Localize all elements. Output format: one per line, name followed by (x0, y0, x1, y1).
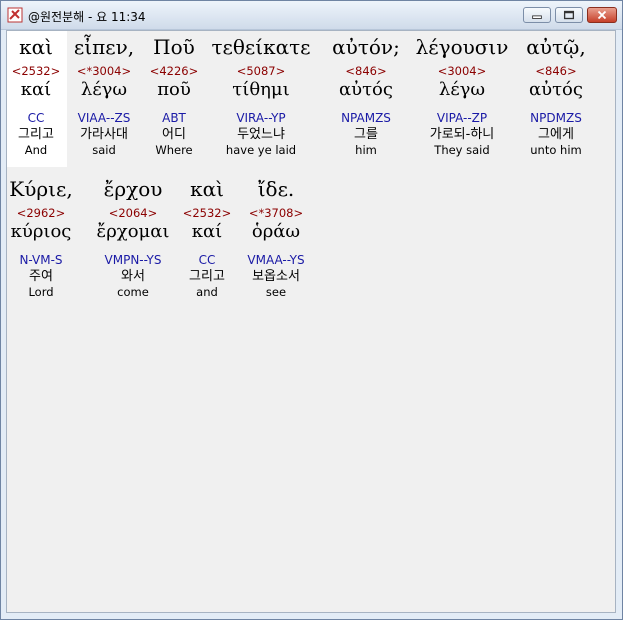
word-cell[interactable]: λέγουσιν <3004> λέγω VIPA--ZP 가로되-하니 The… (412, 34, 512, 157)
english-gloss: come (117, 285, 149, 299)
strong-number[interactable]: <2064> (93, 206, 173, 220)
interlinear-panel[interactable]: καὶ <2532> καί CC 그리고 And εἶπεν, <*3004>… (6, 30, 616, 613)
lemma: λέγω (80, 79, 128, 100)
maximize-icon (563, 10, 575, 20)
strong-number[interactable]: <2532> (10, 64, 62, 78)
word-cell[interactable]: αὐτόν; <846> αὐτός NPAMZS 그를 him (320, 34, 412, 157)
english-gloss: Where (155, 143, 193, 157)
greek-word: Κύριε, (9, 177, 73, 201)
strong-number[interactable]: <846> (516, 64, 596, 78)
korean-gloss: 보옵소서 (252, 269, 300, 284)
lemma: ἔρχομαι (96, 221, 170, 242)
english-gloss: They said (434, 143, 490, 157)
lemma: καί (191, 221, 223, 242)
greek-word: τεθείκατε (211, 35, 311, 59)
english-gloss: said (92, 143, 116, 157)
strong-number[interactable]: <3004> (412, 64, 512, 78)
morphology-code: VMAA--YS (247, 253, 305, 267)
greek-word: ἔρχου (103, 177, 163, 201)
title-bar[interactable]: @원전분해 - 요 11:34 (1, 1, 622, 30)
strong-number[interactable]: <2532> (179, 206, 235, 220)
morphology-code: N-VM-S (19, 253, 63, 267)
lemma: ὁράω (251, 221, 301, 242)
greek-word: Ποῦ (153, 35, 195, 59)
greek-word: λέγουσιν (415, 35, 509, 59)
morphology-code: VIPA--ZP (436, 111, 488, 125)
morphology-code: NPAMZS (341, 111, 391, 125)
lemma: αὐτός (339, 79, 393, 100)
minimize-button[interactable] (523, 7, 551, 23)
korean-gloss: 와서 (121, 269, 145, 284)
english-gloss: him (355, 143, 377, 157)
korean-gloss: 가라사대 (80, 127, 128, 142)
window-title: @원전분해 - 요 11:34 (28, 10, 146, 24)
korean-gloss: 그리고 (189, 269, 225, 284)
strong-number[interactable]: <846> (320, 64, 412, 78)
word-cell[interactable]: ἔρχου <2064> ἔρχομαι VMPN--YS 와서 come (93, 176, 173, 299)
word-cell[interactable]: Ποῦ <4226> ποῦ ABT 어디 Where (144, 34, 204, 157)
strong-number[interactable]: <4226> (144, 64, 204, 78)
word-cell[interactable]: καὶ <2532> καί CC 그리고 and (179, 176, 235, 299)
word-cell[interactable]: καὶ <2532> καί CC 그리고 And (10, 34, 62, 157)
strong-number[interactable]: <*3708> (239, 206, 313, 220)
morphology-code: NPDMZS (530, 111, 582, 125)
english-gloss: and (196, 285, 218, 299)
greek-word: καὶ (190, 177, 224, 201)
english-gloss: unto him (530, 143, 582, 157)
word-cell[interactable]: εἶπεν, <*3004> λέγω VIAA--ZS 가라사대 said (64, 34, 144, 157)
korean-gloss: 가로되-하니 (429, 127, 495, 142)
lemma: καί (20, 79, 52, 100)
morphology-code: ABT (162, 111, 186, 125)
word-cell[interactable]: τεθείκατε <5087> τίθημι VIRA--YP 두었느냐 ha… (204, 34, 318, 157)
word-cell[interactable]: αὐτῷ, <846> αὐτός NPDMZS 그에게 unto him (516, 34, 596, 157)
lemma: κύριος (10, 221, 72, 242)
strong-number[interactable]: <*3004> (64, 64, 144, 78)
greek-word: ἴδε. (257, 177, 295, 201)
korean-gloss: 어디 (162, 127, 186, 142)
strong-number[interactable]: <2962> (7, 206, 75, 220)
morphology-code: CC (198, 253, 216, 267)
strong-number[interactable]: <5087> (204, 64, 318, 78)
korean-gloss: 그에게 (538, 127, 574, 142)
lemma: ποῦ (157, 79, 191, 100)
lemma: λέγω (438, 79, 486, 100)
english-gloss: have ye laid (225, 143, 297, 157)
word-cell[interactable]: ἴδε. <*3708> ὁράω VMAA--YS 보옵소서 see (239, 176, 313, 299)
maximize-button[interactable] (555, 7, 583, 23)
english-gloss: Lord (28, 285, 54, 299)
korean-gloss: 그리고 (18, 127, 54, 142)
korean-gloss: 두었느냐 (237, 127, 285, 142)
lemma: τίθημι (232, 79, 290, 100)
greek-word: εἶπεν, (73, 35, 135, 59)
minimize-icon (532, 15, 542, 19)
greek-word: αὐτῷ, (526, 35, 586, 59)
app-icon (7, 7, 23, 23)
korean-gloss: 주여 (29, 269, 53, 284)
morphology-code: VMPN--YS (104, 253, 162, 267)
morphology-code: CC (27, 111, 45, 125)
app-window: @원전분해 - 요 11:34 καὶ <2532> καί CC 그리고 An… (0, 0, 623, 620)
morphology-code: VIAA--ZS (77, 111, 131, 125)
word-cell[interactable]: Κύριε, <2962> κύριος N-VM-S 주여 Lord (7, 176, 75, 299)
close-button[interactable] (587, 7, 617, 23)
english-gloss: And (24, 143, 48, 157)
lemma: αὐτός (529, 79, 583, 100)
korean-gloss: 그를 (354, 127, 378, 142)
greek-word: καὶ (19, 35, 53, 59)
close-icon (597, 10, 607, 20)
english-gloss: see (265, 285, 287, 299)
greek-word: αὐτόν; (332, 35, 400, 59)
morphology-code: VIRA--YP (236, 111, 286, 125)
